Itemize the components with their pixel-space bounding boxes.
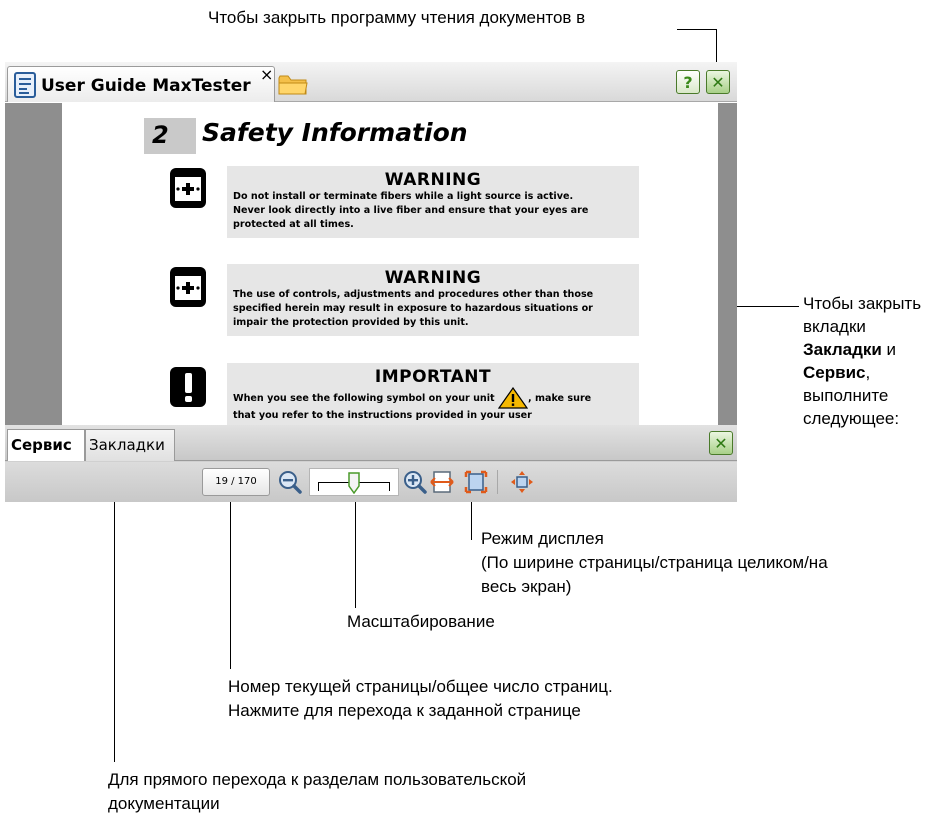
notice-line-end: , make sure xyxy=(527,393,592,404)
leader-zoom xyxy=(355,501,356,608)
callout-display-mode-line1: Режим дисплея xyxy=(481,529,604,548)
document-viewer[interactable]: 2 Safety Information WARNING Do not inst… xyxy=(5,103,737,425)
callout-display-mode: Режим дисплея (По ширине страницы/страни… xyxy=(481,527,828,599)
zoom-slider-thumb[interactable] xyxy=(348,472,360,499)
document-icon xyxy=(14,72,36,103)
close-icon: ✕ xyxy=(711,72,725,92)
document-reader-window: User Guide MaxTester × ? ✕ 2 Safety Info… xyxy=(5,62,737,502)
callout-service-word: Сервис xyxy=(803,363,866,382)
title-bar: User Guide MaxTester × ? ✕ xyxy=(5,62,737,102)
callout-close-tabs-line6: следующее: xyxy=(803,409,900,428)
important-icon xyxy=(169,366,207,408)
callout-page-number-line2: Нажмите для перехода к заданной странице xyxy=(228,701,581,720)
toolbar-separator xyxy=(497,470,498,494)
callout-close-tabs: Чтобы закрыть вкладки Закладки и Сервис,… xyxy=(803,292,921,430)
notice-line: specified herein may result in exposure … xyxy=(233,303,593,314)
leader-close-reader-h xyxy=(677,29,717,30)
laser-warning-icon xyxy=(169,266,207,308)
callout-close-tabs-line4: Сервис, xyxy=(803,361,921,384)
fit-width-icon[interactable] xyxy=(430,470,454,494)
bottom-panel: Сервис Закладки ✕ 19 / 170 xyxy=(5,425,737,502)
notice-heading: WARNING xyxy=(384,268,482,288)
important-notice: IMPORTANT When you see the following sym… xyxy=(227,363,639,425)
notice-line: impair the protection provided by this u… xyxy=(233,317,469,328)
callout-and-word: и xyxy=(881,340,897,359)
help-icon: ? xyxy=(683,72,693,92)
warning-notice-2: WARNING The use of controls, adjustments… xyxy=(227,264,639,336)
callout-bookmarks-word: Закладки xyxy=(803,340,882,359)
tab-close-icon[interactable]: × xyxy=(260,65,273,84)
close-reader-button[interactable]: ✕ xyxy=(706,70,730,94)
page-indicator-button[interactable]: 19 / 170 xyxy=(202,468,270,496)
callout-bookmarks-line1: Для прямого перехода к разделам пользова… xyxy=(108,770,527,789)
notice-line: Never look directly into a live fiber an… xyxy=(233,205,589,216)
callout-display-mode-line2: (По ширине страницы/страница целиком/на xyxy=(481,553,828,572)
tab-bookmarks[interactable]: Закладки xyxy=(85,429,175,461)
notice-line: The use of controls, adjustments and pro… xyxy=(233,289,594,300)
callout-close-tabs-line5: выполните xyxy=(803,386,889,405)
notice-line: Do not install or terminate fibers while… xyxy=(233,191,574,202)
zoom-out-icon[interactable] xyxy=(278,470,302,494)
notice-heading: WARNING xyxy=(384,170,482,190)
notice-line: protected at all times. xyxy=(233,219,354,230)
notice-line-start: When you see the following symbol on you… xyxy=(233,393,495,404)
callout-close-reader: Чтобы закрыть программу чтения документо… xyxy=(208,8,586,27)
callout-comma: , xyxy=(865,363,871,382)
notice-heading: IMPORTANT xyxy=(374,367,492,387)
fit-page-icon[interactable] xyxy=(464,470,488,494)
zoom-in-icon[interactable] xyxy=(403,470,427,494)
callout-close-tabs-line1: Чтобы закрыть xyxy=(803,294,922,313)
callout-bookmarks: Для прямого перехода к разделам пользова… xyxy=(108,768,526,816)
callout-close-tabs-line2: вкладки xyxy=(803,317,866,336)
tab-service[interactable]: Сервис xyxy=(7,429,85,461)
callout-page-number-line1: Номер текущей страницы/общее число стран… xyxy=(228,677,613,696)
full-screen-icon[interactable] xyxy=(510,470,534,494)
chapter-title: Safety Information xyxy=(202,118,468,147)
zoom-slider[interactable] xyxy=(309,468,399,496)
warning-notice-1: WARNING Do not install or terminate fibe… xyxy=(227,166,639,238)
callout-page-number: Номер текущей страницы/общее число стран… xyxy=(228,675,613,723)
callout-bookmarks-line2: документации xyxy=(108,794,220,813)
panel-tab-row: Сервис Закладки ✕ xyxy=(5,425,737,461)
warning-triangle-icon xyxy=(497,386,529,409)
folder-icon[interactable] xyxy=(278,74,308,101)
laser-warning-icon xyxy=(169,167,207,209)
close-panel-button[interactable]: ✕ xyxy=(709,431,733,455)
close-icon: ✕ xyxy=(714,433,728,453)
toolbar: 19 / 170 xyxy=(5,462,737,502)
document-tab-title: User Guide MaxTester xyxy=(41,76,251,96)
zoom-slider-tick xyxy=(389,483,390,491)
leader-display-mode xyxy=(471,501,472,540)
zoom-slider-tick xyxy=(318,483,319,491)
chapter-number: 2 xyxy=(144,118,196,154)
help-button[interactable]: ? xyxy=(676,70,700,94)
document-tab[interactable]: User Guide MaxTester × xyxy=(7,65,275,103)
callout-display-mode-line3: весь экран) xyxy=(481,577,572,596)
callout-zoom: Масштабирование xyxy=(347,612,495,631)
leader-page-number xyxy=(230,501,231,669)
document-page: 2 Safety Information WARNING Do not inst… xyxy=(62,103,718,425)
notice-line: When you see the following symbol on you… xyxy=(233,386,633,409)
notice-line: that you refer to the instructions provi… xyxy=(233,410,532,421)
callout-close-tabs-line3: Закладки и xyxy=(803,338,921,361)
